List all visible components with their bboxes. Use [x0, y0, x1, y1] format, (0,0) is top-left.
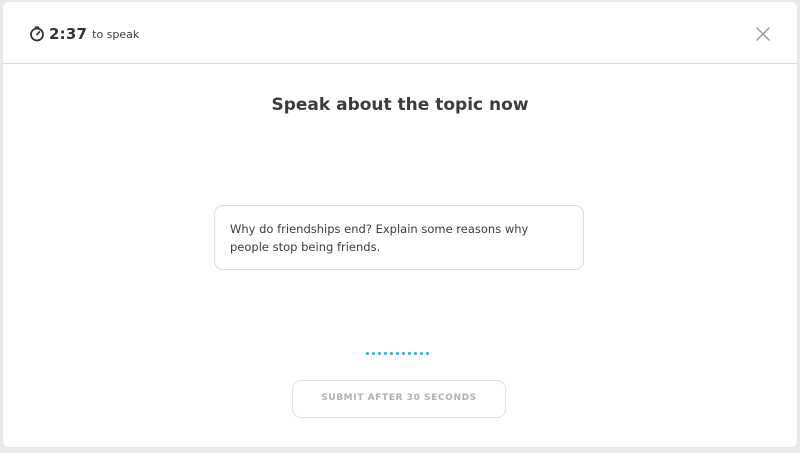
recording-dot [426, 352, 429, 355]
recording-dot [384, 352, 387, 355]
close-icon [756, 27, 770, 41]
recording-dot [408, 352, 411, 355]
page-title: Speak about the topic now [271, 95, 529, 115]
recording-dot [420, 352, 423, 355]
prompt-box: Why do friendships end? Explain some rea… [214, 205, 584, 270]
countdown-timer: 2:37 to speak [29, 23, 139, 45]
timer-value: 2:37 [49, 25, 88, 43]
recording-dot [414, 352, 417, 355]
recording-dot [366, 352, 369, 355]
recording-dot [402, 352, 405, 355]
clock-icon [29, 26, 45, 42]
recording-dot [372, 352, 375, 355]
timer-suffix: to speak [92, 28, 140, 41]
prompt-text: Why do friendships end? Explain some rea… [230, 222, 529, 254]
recording-dot [378, 352, 381, 355]
header-bar: 2:37 to speak [3, 2, 797, 64]
recording-dots-icon [366, 352, 429, 355]
submit-button[interactable]: SUBMIT AFTER 30 SECONDS [292, 380, 506, 418]
recording-dot [390, 352, 393, 355]
recording-dot [396, 352, 399, 355]
exercise-card: 2:37 to speak Speak about the topic now … [3, 2, 797, 447]
close-button[interactable] [752, 23, 774, 45]
